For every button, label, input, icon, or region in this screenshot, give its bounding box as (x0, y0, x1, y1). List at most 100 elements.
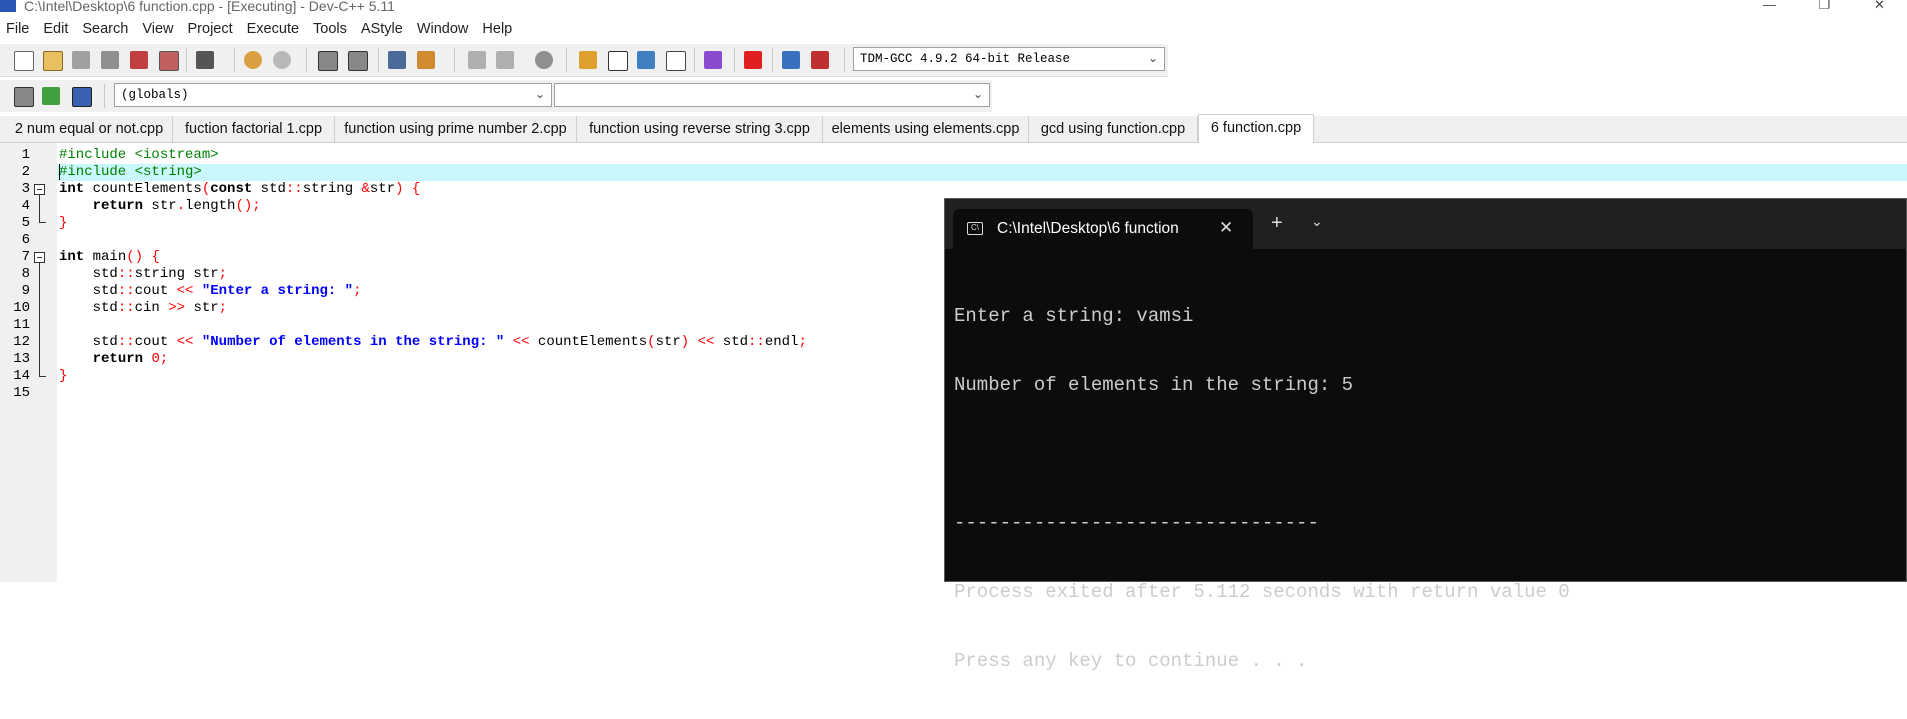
menu-help[interactable]: Help (476, 18, 520, 40)
code-token: & (361, 181, 370, 197)
fold-minus-icon[interactable] (34, 184, 45, 195)
replace-icon[interactable] (348, 51, 368, 71)
close-file-icon[interactable] (130, 51, 148, 69)
print-icon[interactable] (196, 51, 214, 69)
line-number: 5 (21, 215, 30, 231)
new-file-icon[interactable] (14, 51, 34, 71)
window-controls: — ❐ ✕ (1742, 0, 1907, 14)
line-number: 14 (13, 368, 30, 384)
close-window-button[interactable]: ✕ (1852, 0, 1907, 14)
restore-button[interactable]: ❐ (1797, 0, 1852, 14)
scope-value: (globals) (121, 88, 189, 102)
code-line: } (59, 215, 67, 232)
symbol-select[interactable]: ⌄ (554, 83, 990, 107)
compiler-value: TDM-GCC 4.9.2 64-bit Release (860, 52, 1071, 66)
grid-icon[interactable] (666, 51, 686, 71)
code-token: << (512, 334, 530, 350)
code-token: ; (218, 300, 228, 316)
indent-icon[interactable] (388, 51, 406, 69)
code-token: str (655, 334, 681, 350)
undo-icon[interactable] (244, 51, 262, 69)
code-token: cout (134, 334, 177, 350)
line-number-gutter: 1 2 3 4 5 6 7 8 9 10 11 12 13 14 15 (0, 143, 57, 582)
tab-function-reverse[interactable]: function using reverse string 3.cpp (577, 116, 823, 142)
menu-view[interactable]: View (136, 18, 181, 40)
chevron-down-icon: ⌄ (534, 87, 545, 101)
code-token: >> (168, 300, 186, 316)
code-token: #include <string> (59, 164, 202, 180)
menu-project[interactable]: Project (182, 18, 241, 40)
new-tab-icon[interactable]: + (1271, 212, 1283, 235)
minimize-button[interactable]: — (1742, 0, 1797, 14)
goto-declaration-icon[interactable] (42, 87, 60, 105)
menu-window[interactable]: Window (411, 18, 477, 40)
find-icon[interactable] (318, 51, 338, 71)
check-syntax-icon[interactable] (704, 51, 722, 69)
profile-chart-icon[interactable] (782, 51, 800, 69)
tab-function-prime[interactable]: function using prime number 2.cpp (335, 116, 577, 142)
tab-6-function-active[interactable]: 6 function.cpp (1198, 114, 1314, 143)
code-token: #include <iostream> (59, 147, 219, 163)
terminal-line: Process exited after 5.112 seconds with … (954, 581, 1570, 603)
code-token: const (210, 181, 253, 197)
unindent-icon[interactable] (417, 51, 435, 69)
chevron-down-icon[interactable]: ⌄ (1311, 213, 1323, 230)
tab-elements[interactable]: elements using elements.cpp (823, 116, 1029, 142)
open-file-icon[interactable] (43, 51, 63, 71)
fold-line (39, 263, 40, 376)
terminal-output: Enter a string: vamsi Number of elements… (954, 259, 1570, 719)
menu-astyle[interactable]: AStyle (355, 18, 411, 40)
insert-icon[interactable] (14, 87, 34, 107)
new-project-icon[interactable] (579, 51, 597, 69)
code-token: string str (134, 266, 219, 282)
save-all-icon[interactable] (101, 51, 119, 69)
chevron-down-icon: ⌄ (1147, 51, 1158, 65)
code-token: << (176, 334, 194, 350)
toggle-bookmark-icon[interactable] (468, 51, 486, 69)
scope-select[interactable]: (globals) ⌄ (114, 83, 552, 107)
main-toolbar: TDM-GCC 4.9.2 64-bit Release ⌄ (0, 44, 1168, 77)
code-token: str (369, 181, 396, 197)
code-token: str (143, 198, 177, 214)
code-token: return (92, 198, 144, 214)
stop-execution-icon[interactable] (744, 51, 762, 69)
goto-bookmark-icon[interactable] (496, 51, 514, 69)
fold-minus-icon[interactable] (34, 252, 45, 263)
compiler-select[interactable]: TDM-GCC 4.9.2 64-bit Release ⌄ (853, 47, 1165, 71)
delete-profile-icon[interactable] (811, 51, 829, 69)
redo-icon[interactable] (273, 51, 291, 69)
menu-file[interactable]: File (0, 18, 37, 40)
code-token: } (59, 368, 68, 384)
terminal-tab[interactable]: C\ C:\Intel\Desktop\6 function ✕ (953, 209, 1253, 249)
close-tab-icon[interactable]: ✕ (1219, 218, 1233, 238)
goto-definition-icon[interactable] (72, 87, 92, 107)
line-number: 13 (13, 351, 30, 367)
code-token: (); (235, 198, 261, 214)
menu-search[interactable]: Search (76, 18, 136, 40)
goto-line-icon[interactable] (535, 51, 553, 69)
code-token: std (59, 266, 118, 282)
close-all-icon[interactable] (159, 51, 179, 71)
code-token: string (302, 181, 362, 197)
project-options-icon[interactable] (608, 51, 628, 71)
code-line: std::cout << "Enter a string: "; (59, 283, 362, 300)
menu-tools[interactable]: Tools (307, 18, 355, 40)
line-number: 4 (21, 198, 30, 214)
menu-edit[interactable]: Edit (37, 18, 76, 40)
tab-fuction-factorial[interactable]: fuction factorial 1.cpp (173, 116, 335, 142)
line-number: 9 (21, 283, 30, 299)
code-line: return 0; (59, 351, 169, 368)
menu-execute[interactable]: Execute (241, 18, 307, 40)
code-token: :: (117, 334, 135, 350)
code-token: int (59, 249, 85, 265)
class-browser-icon[interactable] (637, 51, 655, 69)
devcpp-app-icon (0, 0, 16, 12)
tab-2-num-equal[interactable]: 2 num equal or not.cpp (6, 116, 173, 142)
code-line: std::cin >> str; (59, 300, 227, 317)
tab-gcd[interactable]: gcd using function.cpp (1029, 116, 1198, 142)
save-icon[interactable] (72, 51, 90, 69)
console-window[interactable]: C\ C:\Intel\Desktop\6 function ✕ + ⌄ Ent… (944, 198, 1907, 672)
